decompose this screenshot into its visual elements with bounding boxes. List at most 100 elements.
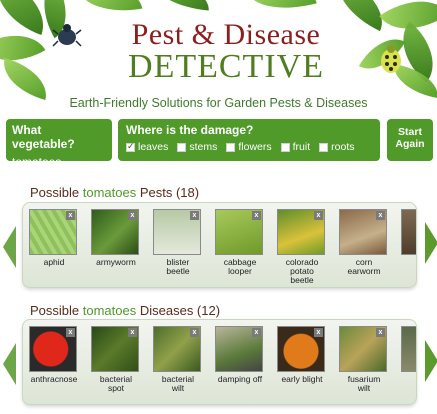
diseases-scroll-left-arrow-icon[interactable] [3,343,16,385]
pest-label: cabbage looper [223,257,257,276]
vegetable-input[interactable] [12,154,106,170]
pests-carousel: x aphid x armyworm x blister beetle x cab… [22,202,417,288]
spotted-beetle-icon [381,45,401,73]
close-icon[interactable]: x [66,328,75,337]
page-title-line1: Pest & Disease [131,18,321,51]
vegetable-label: What vegetable? [12,123,75,151]
pest-label: cub [397,258,416,276]
pest-thumbnail: x [153,209,201,255]
tagline: Earth-Friendly Solutions for Garden Pest… [69,96,368,110]
pest-thumbnail: x [277,209,325,255]
pests-heading-prefix: Possible [30,185,83,200]
close-icon[interactable]: x [128,211,137,220]
leaf-decoration [247,0,317,20]
page-title-line2: DETECTIVE [128,48,324,85]
pests-heading-vegetable: tomatoes [82,185,137,200]
start-again-label-line1: Start [398,126,422,138]
pest-card-cabbage-looper[interactable]: x cabbage looper [215,209,265,285]
close-icon[interactable]: x [190,211,199,220]
leaf-decoration [0,58,54,100]
close-icon[interactable]: x [252,211,261,220]
diseases-carousel: x anthracnose x bacterial spot x bacteria… [22,319,417,405]
damage-label: Where is the damage? [126,123,254,137]
pests-scroll-right-arrow-icon[interactable] [425,222,437,264]
damage-option-fruit[interactable]: fruit [280,141,311,153]
pest-thumbnail [401,209,416,255]
diseases-heading-vegetable: tomatoes [82,303,137,318]
close-icon[interactable]: x [314,328,323,337]
vegetable-selector: What vegetable? [6,119,112,170]
disease-card-partial[interactable]: gra [401,326,416,393]
disease-card-fusarium-wilt[interactable]: x fusarium wilt [339,326,389,393]
diseases-heading-prefix: Possible [30,303,83,318]
disease-label: bacterial wilt [161,374,195,393]
close-icon[interactable]: x [128,328,137,337]
pest-label: colorado potato beetle [285,257,319,285]
checkbox-leaves[interactable] [126,141,135,152]
pest-label: aphid [43,257,65,267]
disease-thumbnail: x [153,326,201,372]
start-again-button[interactable]: Start Again [387,119,433,161]
disease-card-anthracnose[interactable]: x anthracnose [29,326,79,393]
damage-option-label: stems [189,141,218,153]
damage-option-label: flowers [238,141,272,153]
damage-option-label: fruit [292,141,311,153]
disease-thumbnail: x [91,326,139,372]
checkbox-roots[interactable] [319,142,329,152]
disease-card-bacterial-wilt[interactable]: x bacterial wilt [153,326,203,393]
pest-thumbnail: x [215,209,263,255]
pest-card-partial[interactable]: cub [401,209,416,285]
disease-thumbnail: x [339,326,387,372]
leaf-decoration [148,0,212,11]
disease-thumbnail: x [277,326,325,372]
disease-thumbnail: x [215,326,263,372]
damage-options: leaves stems flowers fruit roots [126,141,372,153]
diseases-scroll-right-arrow-icon[interactable] [425,340,437,382]
close-icon[interactable]: x [314,211,323,220]
pest-card-corn-earworm[interactable]: x corn earworm [339,209,389,285]
disease-label: damping off [217,374,263,384]
close-icon[interactable]: x [252,328,261,337]
close-icon[interactable]: x [376,328,385,337]
disease-label: early blight [281,374,323,384]
pest-label: armyworm [96,257,136,267]
close-icon[interactable]: x [66,211,75,220]
pest-label: corn earworm [347,257,381,276]
disease-card-bacterial-spot[interactable]: x bacterial spot [91,326,141,393]
close-icon[interactable]: x [190,328,199,337]
damage-option-roots[interactable]: roots [319,141,355,153]
diseases-heading: Possible tomatoes Diseases (12) [30,303,220,318]
disease-thumbnail [401,326,416,372]
disease-label: bacterial spot [99,374,133,393]
damage-option-label: leaves [138,141,169,153]
checkbox-flowers[interactable] [226,142,236,152]
pest-label: blister beetle [166,257,190,276]
pest-thumbnail: x [339,209,387,255]
damage-option-stems[interactable]: stems [177,141,217,153]
damage-option-flowers[interactable]: flowers [226,141,272,153]
disease-card-damping-off[interactable]: x damping off [215,326,265,393]
disease-label: fusarium wilt [347,374,381,393]
pest-card-blister-beetle[interactable]: x blister beetle [153,209,203,285]
pests-heading-count: Pests (18) [136,185,200,200]
leaf-decoration [77,0,143,19]
diseases-heading-count: Diseases (12) [136,303,221,318]
pests-scroll-left-arrow-icon[interactable] [3,226,16,268]
pest-thumbnail: x [91,209,139,255]
checkbox-stems[interactable] [177,142,187,152]
pests-heading: Possible tomatoes Pests (18) [30,185,199,200]
disease-card-early-blight[interactable]: x early blight [277,326,327,393]
beetle-icon [52,24,82,47]
damage-option-leaves[interactable]: leaves [126,141,168,153]
pest-thumbnail: x [29,209,77,255]
disease-thumbnail: x [29,326,77,372]
pest-card-colorado-potato-beetle[interactable]: x colorado potato beetle [277,209,327,285]
checkbox-fruit[interactable] [280,142,290,152]
pest-card-aphid[interactable]: x aphid [29,209,79,285]
disease-label: gra [397,375,416,384]
header-banner: Pest & Disease DETECTIVE Earth-Friendly … [0,0,437,116]
pest-card-armyworm[interactable]: x armyworm [91,209,141,285]
start-again-label-line2: Again [395,138,425,150]
close-icon[interactable]: x [376,211,385,220]
damage-selector: Where is the damage? leaves stems flower… [118,119,380,161]
